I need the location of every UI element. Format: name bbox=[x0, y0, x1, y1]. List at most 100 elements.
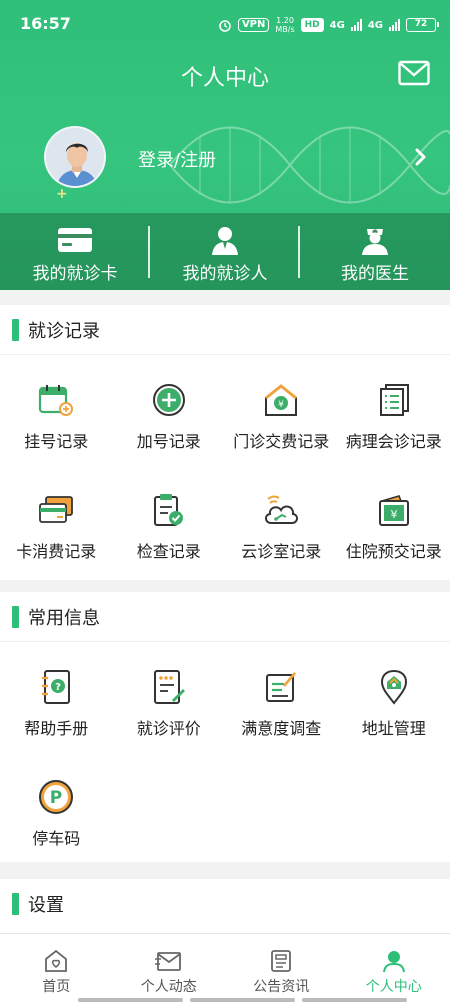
network-type-1: 4G bbox=[329, 19, 345, 31]
wallet-yen-icon: ¥ bbox=[374, 490, 414, 530]
add-number-record-item[interactable]: 加号记录 bbox=[113, 355, 226, 465]
tab-announcements[interactable]: 公告资讯 bbox=[225, 934, 338, 1003]
clock: 16:57 bbox=[20, 14, 71, 33]
svg-text:P: P bbox=[50, 788, 62, 808]
item-label: 检查记录 bbox=[136, 542, 201, 561]
document-list-icon bbox=[374, 380, 414, 420]
my-doctor-button[interactable]: 我的医生 bbox=[300, 213, 450, 290]
tab-label: 个人动态 bbox=[140, 979, 197, 995]
tab-personal-news[interactable]: 个人动态 bbox=[113, 934, 226, 1003]
net-speed-value: 1.20 bbox=[276, 16, 294, 25]
survey-icon bbox=[261, 667, 301, 707]
parking-icon: P bbox=[36, 777, 76, 817]
section-accent-bar bbox=[12, 605, 19, 628]
signal-icon-1 bbox=[350, 19, 362, 31]
item-label: 门诊交费记录 bbox=[233, 432, 330, 451]
gesture-indicator bbox=[302, 998, 407, 1002]
clipboard-check-icon bbox=[149, 490, 189, 530]
satisfaction-survey-item[interactable]: 满意度调查 bbox=[225, 642, 338, 752]
sparkle-icon: + bbox=[56, 186, 68, 202]
quick-access-bar: 我的就诊卡 我的就诊人 我的医生 bbox=[0, 213, 450, 290]
house-coin-icon: ¥ bbox=[261, 380, 301, 420]
help-book-icon: ? bbox=[36, 667, 76, 707]
page-title: 个人中心 bbox=[180, 66, 269, 91]
section-title: 设置 bbox=[28, 895, 64, 916]
news-icon bbox=[154, 948, 183, 974]
mail-icon[interactable] bbox=[398, 60, 430, 86]
visit-review-item[interactable]: 就诊评价 bbox=[113, 642, 226, 752]
profile-header: 16:57 VPN 1.20 MB/s HD 4G 4G 72 个人中心 + 登录… bbox=[0, 0, 450, 290]
svg-text:?: ? bbox=[55, 682, 61, 693]
signal-icon-2 bbox=[389, 19, 400, 31]
section-header: 就诊记录 bbox=[0, 305, 450, 355]
calendar-plus-icon bbox=[36, 380, 76, 420]
doctor-icon bbox=[360, 225, 390, 255]
item-label: 地址管理 bbox=[361, 719, 426, 738]
help-manual-item[interactable]: ? 帮助手册 bbox=[0, 642, 113, 752]
tab-personal-center[interactable]: 个人中心 bbox=[338, 934, 450, 1003]
tab-label: 首页 bbox=[42, 979, 71, 995]
visit-records-section: 就诊记录 挂号记录 加号记录 ¥ 门诊交费记录 病理会诊记录 卡消费记录 检查记… bbox=[0, 305, 450, 580]
doctor-avatar-icon bbox=[46, 128, 104, 186]
svg-text:¥: ¥ bbox=[278, 400, 284, 410]
avatar[interactable] bbox=[44, 126, 106, 188]
my-patient-label: 我的就诊人 bbox=[182, 264, 268, 284]
section-title: 就诊记录 bbox=[28, 320, 100, 342]
item-label: 帮助手册 bbox=[24, 719, 89, 738]
tab-label: 公告资讯 bbox=[253, 979, 310, 995]
section-header: 设置 bbox=[0, 879, 450, 929]
parking-code-item[interactable]: P 停车码 bbox=[0, 752, 113, 862]
item-label: 挂号记录 bbox=[24, 432, 89, 451]
chevron-right-icon[interactable] bbox=[414, 147, 428, 167]
tab-home[interactable]: 首页 bbox=[0, 934, 113, 1003]
status-bar: 16:57 VPN 1.20 MB/s HD 4G 4G 72 bbox=[0, 0, 450, 48]
section-accent-bar bbox=[12, 893, 19, 915]
my-patient-button[interactable]: 我的就诊人 bbox=[150, 213, 300, 290]
battery-icon: 72 bbox=[406, 18, 439, 32]
outpatient-payment-record-item[interactable]: ¥ 门诊交费记录 bbox=[225, 355, 338, 465]
patient-icon bbox=[210, 225, 240, 255]
gesture-indicator bbox=[78, 998, 183, 1002]
hd-badge: HD bbox=[300, 18, 324, 32]
registration-record-item[interactable]: 挂号记录 bbox=[0, 355, 113, 465]
item-label: 云诊室记录 bbox=[241, 542, 322, 561]
section-accent-bar bbox=[12, 318, 19, 341]
item-label: 就诊评价 bbox=[136, 719, 201, 738]
net-speed-unit: MB/s bbox=[275, 25, 295, 34]
item-label: 住院预交记录 bbox=[345, 542, 442, 561]
pathology-consult-record-item[interactable]: 病理会诊记录 bbox=[338, 355, 450, 465]
location-icon bbox=[374, 667, 414, 707]
svg-text:¥: ¥ bbox=[390, 508, 397, 521]
vpn-badge: VPN bbox=[237, 18, 270, 32]
bottom-tab-bar: 首页 个人动态 公告资讯 个人中心 bbox=[0, 933, 450, 1003]
system-icons: VPN 1.20 MB/s HD 4G 4G 72 bbox=[218, 14, 439, 36]
section-title: 常用信息 bbox=[28, 607, 100, 629]
common-info-section: 常用信息 ? 帮助手册 就诊评价 满意度调查 地址管理 P 停车码 bbox=[0, 592, 450, 862]
settings-section[interactable]: 设置 bbox=[0, 879, 450, 933]
item-label: 满意度调查 bbox=[241, 719, 322, 738]
hospital-prepay-record-item[interactable]: ¥ 住院预交记录 bbox=[338, 465, 450, 575]
card-consumption-record-item[interactable]: 卡消费记录 bbox=[0, 465, 113, 575]
cards-icon bbox=[36, 490, 76, 530]
review-icon bbox=[149, 667, 189, 707]
alarm-icon bbox=[219, 20, 231, 32]
address-management-item[interactable]: 地址管理 bbox=[338, 642, 450, 752]
section-header: 常用信息 bbox=[0, 592, 450, 642]
network-type-2: 4G bbox=[367, 19, 383, 31]
item-label: 病理会诊记录 bbox=[345, 432, 442, 451]
exam-record-item[interactable]: 检查记录 bbox=[113, 465, 226, 575]
my-card-button[interactable]: 我的就诊卡 bbox=[0, 213, 150, 290]
gesture-indicator bbox=[190, 998, 295, 1002]
plus-circle-icon bbox=[149, 380, 189, 420]
login-register-link[interactable]: 登录/注册 bbox=[138, 146, 216, 172]
my-doctor-label: 我的医生 bbox=[341, 264, 409, 284]
my-card-label: 我的就诊卡 bbox=[32, 264, 118, 284]
user-icon bbox=[382, 948, 406, 974]
card-icon bbox=[57, 225, 93, 255]
cloud-clinic-record-item[interactable]: 云诊室记录 bbox=[225, 465, 338, 575]
notice-icon bbox=[269, 948, 293, 974]
home-icon bbox=[43, 948, 69, 974]
item-label: 停车码 bbox=[32, 829, 81, 848]
tab-label: 个人中心 bbox=[365, 979, 422, 995]
net-speed: 1.20 MB/s bbox=[275, 16, 294, 34]
